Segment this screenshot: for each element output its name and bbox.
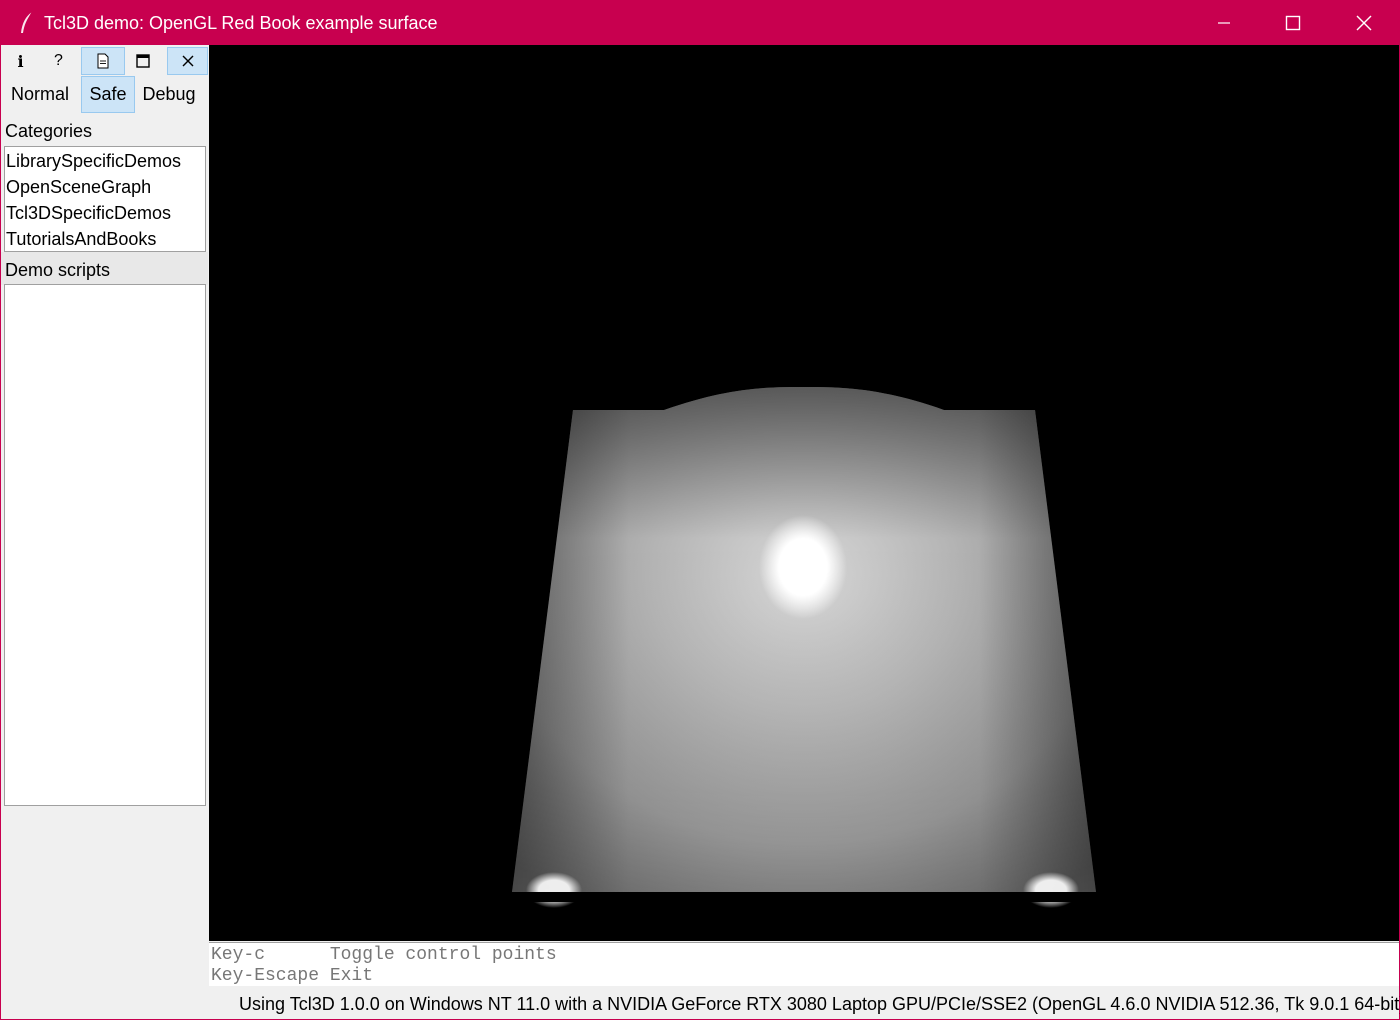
help-icon: ? — [54, 52, 63, 69]
document-icon — [97, 53, 109, 69]
info-icon: i — [17, 51, 24, 71]
close-demo-button[interactable] — [167, 47, 208, 75]
close-icon — [1356, 15, 1372, 31]
categories-label: Categories — [5, 121, 93, 141]
mode-debug-button[interactable]: Debug — [137, 76, 201, 113]
status-bar: Using Tcl3D 1.0.0 on Windows NT 11.0 wit… — [209, 986, 1400, 1019]
demo-scripts-listbox[interactable] — [4, 284, 206, 806]
maximize-button[interactable] — [1258, 1, 1328, 45]
application-window: Tcl3D demo: OpenGL Red Book example surf… — [0, 0, 1400, 1020]
window-icon — [135, 54, 150, 68]
close-icon — [182, 55, 193, 67]
minimize-icon — [1218, 22, 1230, 24]
document-button[interactable] — [81, 47, 125, 75]
category-item[interactable]: TutorialsAndBooks — [6, 228, 156, 250]
category-item[interactable]: OpenSceneGraph — [6, 176, 151, 198]
maximize-icon — [1285, 15, 1301, 31]
mode-normal-button[interactable]: Normal — [4, 76, 76, 113]
window-title: Tcl3D demo: OpenGL Red Book example surf… — [44, 13, 438, 33]
help-text-area[interactable]: Key-c Toggle control points Key-Escape E… — [209, 942, 1399, 986]
info-button[interactable]: i — [1, 47, 40, 75]
categories-listbox[interactable]: LibrarySpecificDemos OpenSceneGraph Tcl3… — [4, 146, 206, 252]
title-bar[interactable]: Tcl3D demo: OpenGL Red Book example surf… — [1, 1, 1399, 45]
feather-icon — [17, 11, 37, 35]
close-window-button[interactable] — [1329, 1, 1399, 45]
nurbs-surface-render — [509, 387, 1109, 908]
category-item[interactable]: Tcl3DSpecificDemos — [6, 202, 171, 224]
opengl-canvas[interactable] — [209, 45, 1399, 941]
window-button[interactable] — [123, 47, 162, 75]
left-panel: i ? Normal Safe Debug Categories Library… — [1, 45, 208, 1019]
help-line-toggle: Key-c Toggle control points — [211, 945, 557, 965]
help-button[interactable]: ? — [39, 47, 78, 75]
demo-scripts-label: Demo scripts — [5, 260, 111, 280]
status-text: Using Tcl3D 1.0.0 on Windows NT 11.0 wit… — [239, 994, 1400, 1014]
category-item[interactable]: LibrarySpecificDemos — [6, 150, 181, 172]
minimize-button[interactable] — [1189, 1, 1259, 45]
help-line-exit: Key-Escape Exit — [211, 966, 374, 986]
mode-safe-button[interactable]: Safe — [81, 76, 135, 113]
